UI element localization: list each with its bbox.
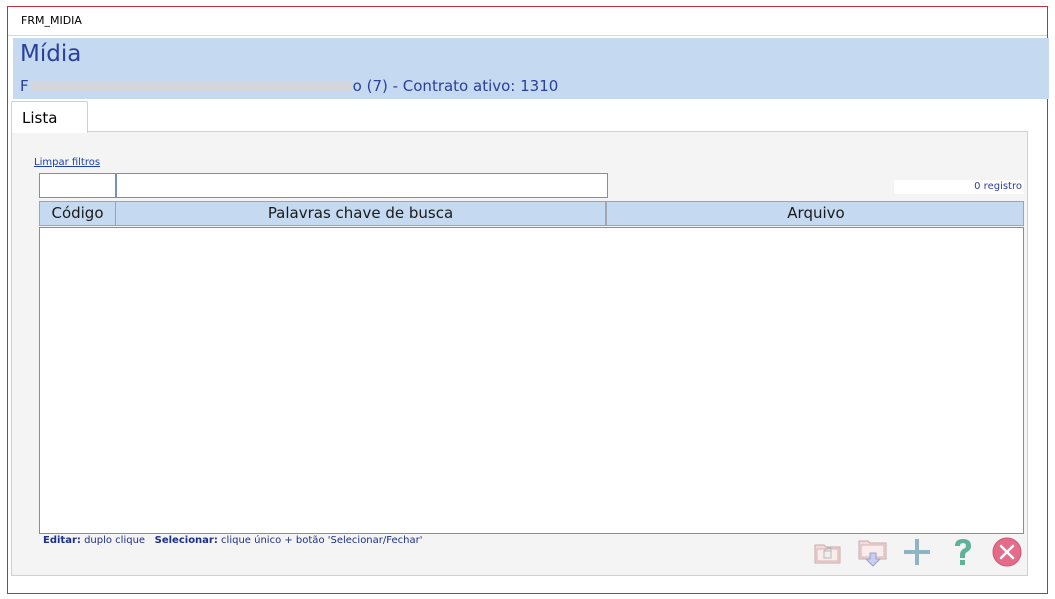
folder-download-icon: [858, 540, 887, 567]
import-folder-button[interactable]: [857, 536, 889, 568]
column-header-codigo[interactable]: Código: [40, 202, 116, 225]
usage-hint: Editar: duplo clique Selecionar: clique …: [43, 535, 422, 546]
add-button[interactable]: [901, 536, 933, 568]
add-plus-icon: [904, 539, 930, 565]
clear-filters-link[interactable]: Limpar filtros: [34, 157, 100, 168]
hint-select-text: clique único + botão 'Selecionar/Fechar': [221, 535, 423, 546]
subtitle-prefix: F: [20, 77, 29, 95]
help-question-icon: [955, 539, 971, 565]
form-header: Mídia Fo (7) - Contrato ativo: 1310: [13, 38, 1049, 99]
filter-codigo-input[interactable]: [39, 173, 116, 198]
tab-lista-label: Lista: [22, 109, 58, 127]
results-list[interactable]: [39, 227, 1024, 534]
close-circle-icon: [992, 537, 1022, 567]
record-count: 0 registro: [894, 180, 1024, 194]
tab-lista[interactable]: Lista: [11, 101, 88, 133]
hint-edit-text: duplo clique: [84, 535, 146, 546]
window-title: FRM_MIDIA: [21, 14, 82, 27]
open-folder-button[interactable]: [812, 536, 844, 568]
table-header: Código Palavras chave de busca Arquivo: [39, 201, 1024, 226]
close-button[interactable]: [991, 536, 1023, 568]
hint-select-label: Selecionar:: [154, 535, 218, 546]
filter-palavras-input[interactable]: [116, 173, 608, 198]
column-header-palavras[interactable]: Palavras chave de busca: [116, 202, 607, 225]
page-title: Mídia: [20, 41, 82, 67]
help-button[interactable]: [946, 536, 978, 568]
folder-open-icon: [814, 544, 841, 564]
hint-edit-label: Editar:: [43, 535, 81, 546]
page-subtitle: Fo (7) - Contrato ativo: 1310: [20, 77, 558, 95]
window-titlebar: FRM_MIDIA: [8, 7, 1047, 36]
subtitle-suffix: o (7) - Contrato ativo: 1310: [352, 77, 559, 95]
column-header-arquivo[interactable]: Arquivo: [609, 202, 1023, 225]
redacted-text: [30, 79, 351, 93]
